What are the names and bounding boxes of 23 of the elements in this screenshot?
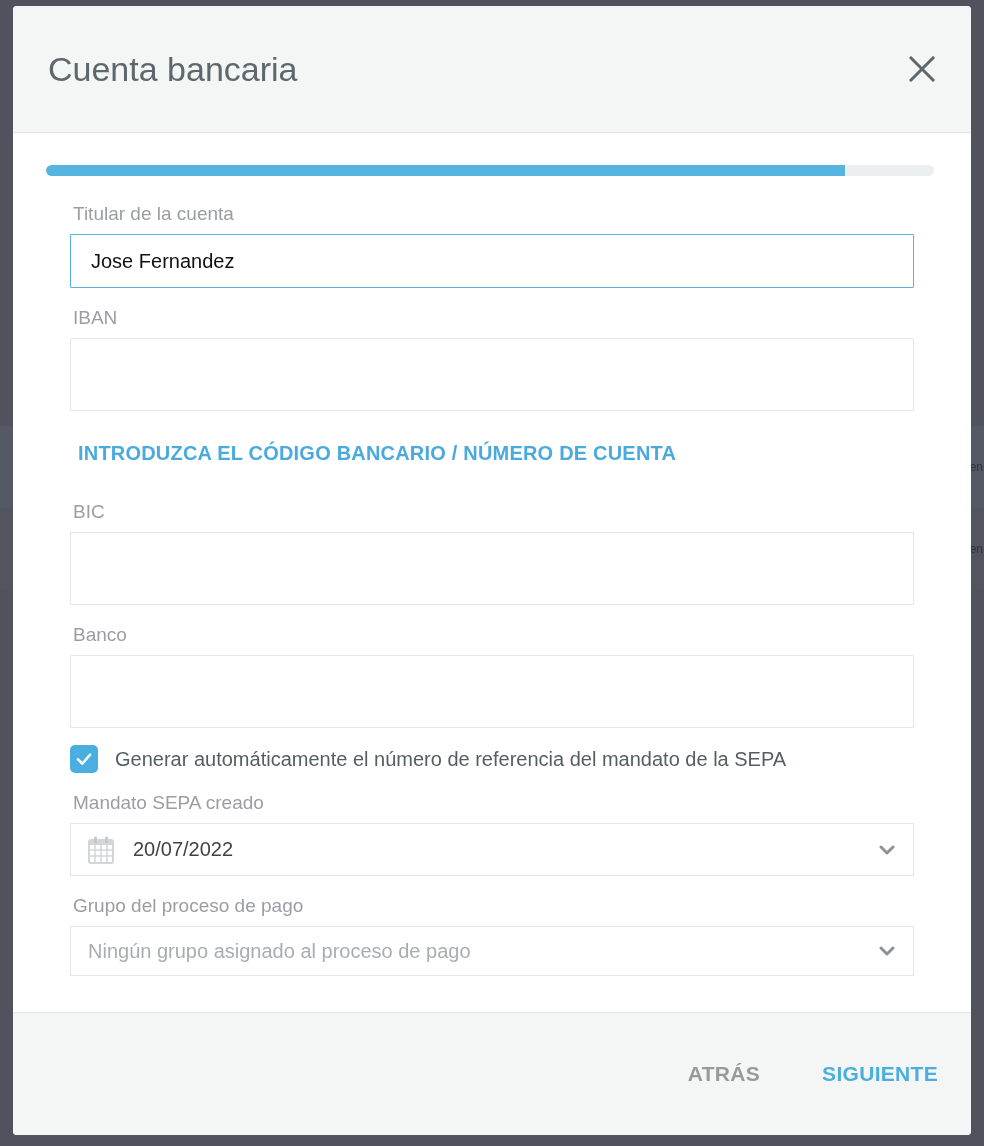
field-label: BIC bbox=[73, 500, 105, 524]
back-button[interactable]: ATRÁS bbox=[687, 1054, 761, 1094]
checkbox-label[interactable]: Generar automáticamente el número de referencia del mandato de la SEPA bbox=[115, 747, 787, 771]
date-field[interactable]: 20/07/2022 bbox=[70, 823, 914, 876]
field-label: IBAN bbox=[73, 306, 118, 330]
input-field[interactable] bbox=[70, 532, 914, 605]
input-field[interactable] bbox=[70, 655, 914, 728]
input-field[interactable]: Jose Fernandez bbox=[70, 234, 914, 288]
dropdown-field[interactable]: Ningún grupo asignado al proceso de pago bbox=[70, 926, 914, 976]
field-label: Mandato SEPA creado bbox=[73, 791, 264, 815]
field-label: Grupo del proceso de pago bbox=[73, 894, 304, 918]
input-field[interactable] bbox=[70, 338, 914, 411]
close-button[interactable] bbox=[909, 56, 935, 82]
close-icon bbox=[909, 56, 935, 82]
calendar-icon bbox=[88, 835, 114, 864]
chevron-down-icon bbox=[879, 946, 895, 956]
checkbox[interactable] bbox=[70, 745, 98, 773]
next-button[interactable]: SIGUIENTE bbox=[822, 1054, 938, 1094]
field-label: Banco bbox=[73, 623, 127, 647]
field-label: Titular de la cuenta bbox=[73, 202, 234, 226]
form-link[interactable]: INTRODUZCA EL CÓDIGO BANCARIO / NÚMERO DE CUENTA bbox=[78, 441, 677, 465]
chevron-down-icon bbox=[879, 844, 895, 855]
dialog-title: Cuenta bancaria bbox=[48, 49, 298, 89]
